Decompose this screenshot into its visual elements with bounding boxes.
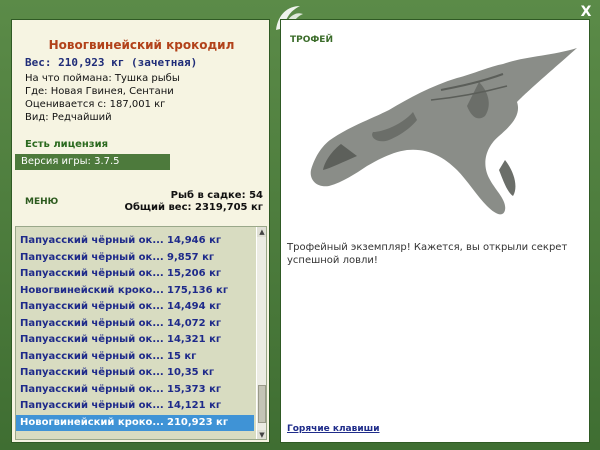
close-button[interactable]: X — [578, 4, 594, 20]
catch-fish-weight: 14,321 кг — [167, 334, 222, 345]
scrollbar[interactable]: ▲ ▼ — [257, 227, 266, 439]
catch-list-row[interactable]: Папуасский чёрный ок... 14,121 кг — [16, 398, 254, 414]
catch-fish-name: Папуасский чёрный ок... — [20, 350, 164, 362]
version-label: Версия игры: 3.7.5 — [15, 154, 170, 170]
fish-valued: Оценивается с: 187,001 кг — [25, 99, 166, 110]
catch-list-row[interactable]: Папуасский чёрный ок... 9,857 кг — [16, 250, 254, 266]
fish-name: Новогвинейский крокодил — [48, 38, 235, 52]
scroll-down-icon[interactable]: ▼ — [257, 430, 266, 439]
catch-fish-name: Новогвинейский кроко... — [20, 284, 164, 296]
scroll-thumb[interactable] — [258, 385, 266, 423]
catch-fish-weight: 175,136 кг — [167, 284, 229, 296]
catch-list-row[interactable]: Папуасский чёрный ок... 15,373 кг — [16, 382, 254, 398]
total-weight: Общий вес: 2319,705 кг — [124, 202, 263, 213]
hotkeys-link[interactable]: Горячие клавиши — [287, 424, 380, 434]
catch-list-row[interactable]: Новогвинейский кроко... 210,923 кг — [16, 414, 254, 431]
catch-fish-name: Папуасский чёрный ок... — [20, 400, 164, 411]
catch-fish-name: Папуасский чёрный ок... — [20, 235, 164, 246]
catch-fish-weight: 15,373 кг — [167, 383, 222, 395]
catch-fish-weight: 210,923 кг — [167, 416, 229, 428]
fish-kind: Вид: Редчайший — [25, 112, 112, 123]
fish-bait: На что поймана: Тушка рыбы — [25, 73, 180, 84]
catch-fish-name: Папуасский чёрный ок... — [20, 301, 164, 312]
fish-count: Рыб в садке: 54 — [170, 190, 263, 201]
catch-fish-weight: 10,35 кг — [167, 367, 215, 378]
fish-weight: Вес: 210,923 кг (зачетная) — [25, 56, 198, 69]
catch-fish-name: Папуасский чёрный ок... — [20, 251, 164, 263]
catch-list-row[interactable]: Папуасский чёрный ок... 15 кг — [16, 349, 254, 365]
catch-info-panel: Новогвинейский крокодил Вес: 210,923 кг … — [11, 19, 270, 443]
catch-fish-weight: 15,206 кг — [167, 268, 222, 279]
menu-button[interactable]: МЕНЮ — [25, 197, 58, 207]
catch-list-row[interactable]: Папуасский чёрный ок... 14,321 кг — [16, 332, 254, 348]
catch-fish-weight: 15 кг — [167, 350, 197, 362]
catch-list-row[interactable]: Папуасский чёрный ок... 15,206 кг — [16, 266, 254, 282]
catch-fish-weight: 14,121 кг — [167, 400, 222, 411]
catch-fish-name: Папуасский чёрный ок... — [20, 268, 164, 279]
catch-fish-weight: 14,494 кг — [167, 301, 222, 312]
catch-list-row[interactable]: Новогвинейский кроко... 175,136 кг — [16, 283, 254, 299]
trophy-panel: ТРОФЕЙ Трофейный экземпляр! Кажется, вы … — [280, 19, 590, 443]
catch-list-row[interactable]: Папуасский чёрный ок... 14,072 кг — [16, 316, 254, 332]
keepnet-stats: Рыб в садке: 54 Общий вес: 2319,705 кг — [124, 190, 263, 214]
catch-list-row[interactable]: Папуасский чёрный ок... 14,494 кг — [16, 299, 254, 315]
catch-list[interactable]: Папуасский чёрный ок... 14,946 кг Папуасск… — [15, 226, 267, 440]
catch-fish-name: Папуасский чёрный ок... — [20, 317, 164, 329]
scroll-up-icon[interactable]: ▲ — [257, 227, 266, 237]
catch-fish-weight: 14,946 кг — [167, 235, 222, 246]
fish-details: На что поймана: Тушка рыбы Где: Новая Гв… — [25, 72, 180, 124]
fish-location: Где: Новая Гвинея, Сентани — [25, 86, 174, 97]
catch-list-row[interactable]: Папуасский чёрный ок... 10,35 кг — [16, 365, 254, 381]
trophy-message: Трофейный экземпляр! Кажется, вы открыли… — [287, 242, 568, 266]
catch-fish-weight: 14,072 кг — [167, 317, 222, 329]
catch-list-row[interactable]: Папуасский чёрный ок... 14,946 кг — [16, 233, 254, 249]
trophy-title: ТРОФЕЙ — [290, 35, 333, 45]
catch-fish-name: Папуасский чёрный ок... — [20, 334, 164, 345]
crocodile-image — [310, 48, 577, 215]
catch-fish-name: Папуасский чёрный ок... — [20, 383, 164, 395]
catch-fish-name: Новогвинейский кроко... — [20, 416, 164, 428]
catch-fish-name: Папуасский чёрный ок... — [20, 367, 164, 378]
license-status: Есть лицензия — [25, 139, 109, 150]
catch-fish-weight: 9,857 кг — [167, 251, 215, 263]
